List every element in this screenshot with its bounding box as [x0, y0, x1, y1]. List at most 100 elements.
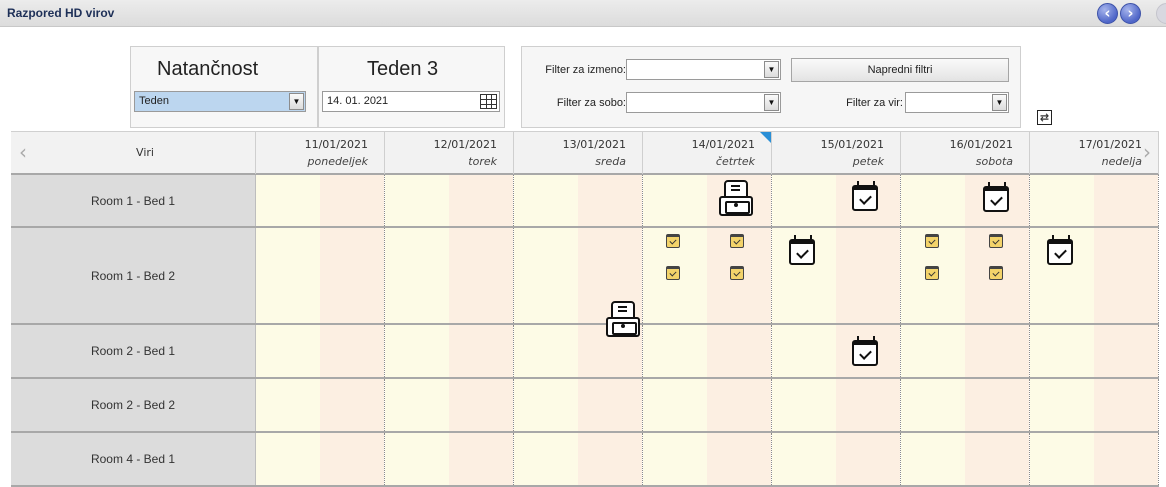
- current-day-marker: [760, 132, 771, 143]
- day-header[interactable]: 13/01/2021 sreda: [514, 132, 643, 174]
- precision-select[interactable]: Teden ▼: [134, 91, 306, 112]
- previous-button[interactable]: ‹: [1097, 3, 1118, 24]
- schedule-cell[interactable]: [514, 175, 643, 226]
- day-header[interactable]: 14/01/2021 četrtek: [643, 132, 772, 174]
- chevron-down-icon[interactable]: ▼: [289, 93, 304, 110]
- calendar-check-icon[interactable]: [730, 234, 744, 248]
- calendar-check-icon[interactable]: [989, 266, 1003, 280]
- resource-row: Room 2 - Bed 1: [11, 325, 1159, 379]
- schedule-cell[interactable]: [256, 325, 385, 377]
- calendar-check-icon[interactable]: [666, 234, 680, 248]
- calendar-check-icon[interactable]: [666, 266, 680, 280]
- dialysis-machine-icon[interactable]: [718, 180, 754, 218]
- chevron-down-icon[interactable]: ▼: [992, 94, 1007, 111]
- calendar-check-icon[interactable]: [730, 266, 744, 280]
- cell-shift-2: [449, 175, 513, 226]
- day-header[interactable]: 12/01/2021 torek: [385, 132, 514, 174]
- cell-shift-2: [320, 175, 384, 226]
- shift-filter-select[interactable]: ▼: [626, 59, 781, 80]
- schedule-cell[interactable]: [772, 379, 901, 431]
- day-name: sobota: [975, 155, 1013, 168]
- schedule-cell[interactable]: [1030, 325, 1159, 377]
- calendar-check-icon[interactable]: [989, 234, 1003, 248]
- cell-shift-2: [965, 379, 1029, 431]
- cell-shift-2: [320, 433, 384, 485]
- schedule-cell[interactable]: [514, 379, 643, 431]
- schedule-cell[interactable]: [256, 175, 385, 226]
- schedule-cell[interactable]: [514, 433, 643, 485]
- schedule-cell[interactable]: [901, 379, 1030, 431]
- advanced-filters-button[interactable]: Napredni filtri: [791, 58, 1009, 82]
- day-name: petek: [852, 155, 884, 168]
- schedule-cell[interactable]: [385, 175, 514, 226]
- scroll-right-button[interactable]: ›: [1135, 132, 1159, 174]
- cell-shift-2: [1094, 175, 1158, 226]
- schedule-cell[interactable]: [643, 228, 772, 323]
- calendar-check-icon[interactable]: [852, 181, 878, 211]
- schedule-cell[interactable]: [772, 325, 901, 377]
- calendar-check-icon[interactable]: [925, 266, 939, 280]
- day-header[interactable]: 11/01/2021 ponedeljek: [256, 132, 385, 174]
- precision-select-value: Teden: [139, 95, 169, 107]
- schedule-cell[interactable]: [385, 228, 514, 323]
- calendar-icon[interactable]: [480, 94, 497, 109]
- cell-shift-1: [385, 228, 449, 323]
- schedule-cell[interactable]: [1030, 433, 1159, 485]
- extra-nav-button[interactable]: [1156, 3, 1166, 24]
- calendar-check-icon[interactable]: [1047, 235, 1073, 265]
- schedule-cell[interactable]: [385, 379, 514, 431]
- title-bar: Razpored HD virov ‹ ›: [0, 0, 1166, 27]
- schedule-cell[interactable]: [643, 379, 772, 431]
- cell-shift-2: [449, 325, 513, 377]
- dialysis-machine-icon[interactable]: [605, 301, 641, 339]
- next-button[interactable]: ›: [1120, 3, 1141, 24]
- schedule-cell[interactable]: [385, 433, 514, 485]
- refresh-icon[interactable]: ⇄: [1037, 110, 1052, 125]
- chevron-down-icon[interactable]: ▼: [764, 61, 779, 78]
- day-header[interactable]: 16/01/2021 sobota: [901, 132, 1030, 174]
- cell-shift-1: [514, 325, 578, 377]
- cell-shift-2: [1094, 433, 1158, 485]
- calendar-check-icon[interactable]: [983, 182, 1009, 212]
- chevron-down-icon[interactable]: ▼: [764, 94, 779, 111]
- cell-shift-2: [578, 379, 642, 431]
- schedule-cell[interactable]: [643, 325, 772, 377]
- schedule-cell[interactable]: [772, 433, 901, 485]
- schedule-cell[interactable]: [901, 175, 1030, 226]
- schedule-cell[interactable]: [256, 433, 385, 485]
- day-date: 12/01/2021: [433, 138, 497, 151]
- date-picker[interactable]: 14. 01. 2021: [322, 91, 500, 112]
- schedule-cell[interactable]: [385, 325, 514, 377]
- schedule-cell[interactable]: [901, 228, 1030, 323]
- scroll-left-button[interactable]: ‹: [11, 132, 35, 174]
- schedule-cell[interactable]: [256, 379, 385, 431]
- calendar-check-icon[interactable]: [852, 336, 878, 366]
- cell-shift-1: [514, 433, 578, 485]
- schedule-cell[interactable]: [256, 228, 385, 323]
- day-header[interactable]: 15/01/2021 petek: [772, 132, 901, 174]
- precision-panel: Natančnost Teden ▼: [130, 46, 318, 128]
- cell-shift-1: [772, 175, 836, 226]
- schedule-cell[interactable]: [772, 175, 901, 226]
- cell-shift-2: [449, 228, 513, 323]
- calendar-check-icon[interactable]: [925, 234, 939, 248]
- schedule-cell[interactable]: [1030, 175, 1159, 226]
- schedule-cell[interactable]: [1030, 379, 1159, 431]
- row-label: Room 1 - Bed 2: [11, 228, 256, 323]
- cell-shift-1: [1030, 175, 1094, 226]
- cell-shift-2: [707, 325, 771, 377]
- row-label: Room 2 - Bed 1: [11, 325, 256, 377]
- day-name: sreda: [595, 155, 626, 168]
- schedule-cell[interactable]: [901, 325, 1030, 377]
- cell-shift-2: [1094, 325, 1158, 377]
- calendar-check-icon[interactable]: [789, 235, 815, 265]
- cell-shift-1: [772, 325, 836, 377]
- schedule-cell[interactable]: [901, 433, 1030, 485]
- row-label: Room 1 - Bed 1: [11, 175, 256, 226]
- resource-filter-label: Filter za vir:: [846, 97, 903, 109]
- room-filter-select[interactable]: ▼: [626, 92, 781, 113]
- cell-shift-1: [772, 379, 836, 431]
- schedule-grid: ‹ Viri 11/01/2021 ponedeljek 12/01/2021 tor…: [11, 131, 1159, 487]
- schedule-cell[interactable]: [643, 433, 772, 485]
- resource-filter-select[interactable]: ▼: [905, 92, 1009, 113]
